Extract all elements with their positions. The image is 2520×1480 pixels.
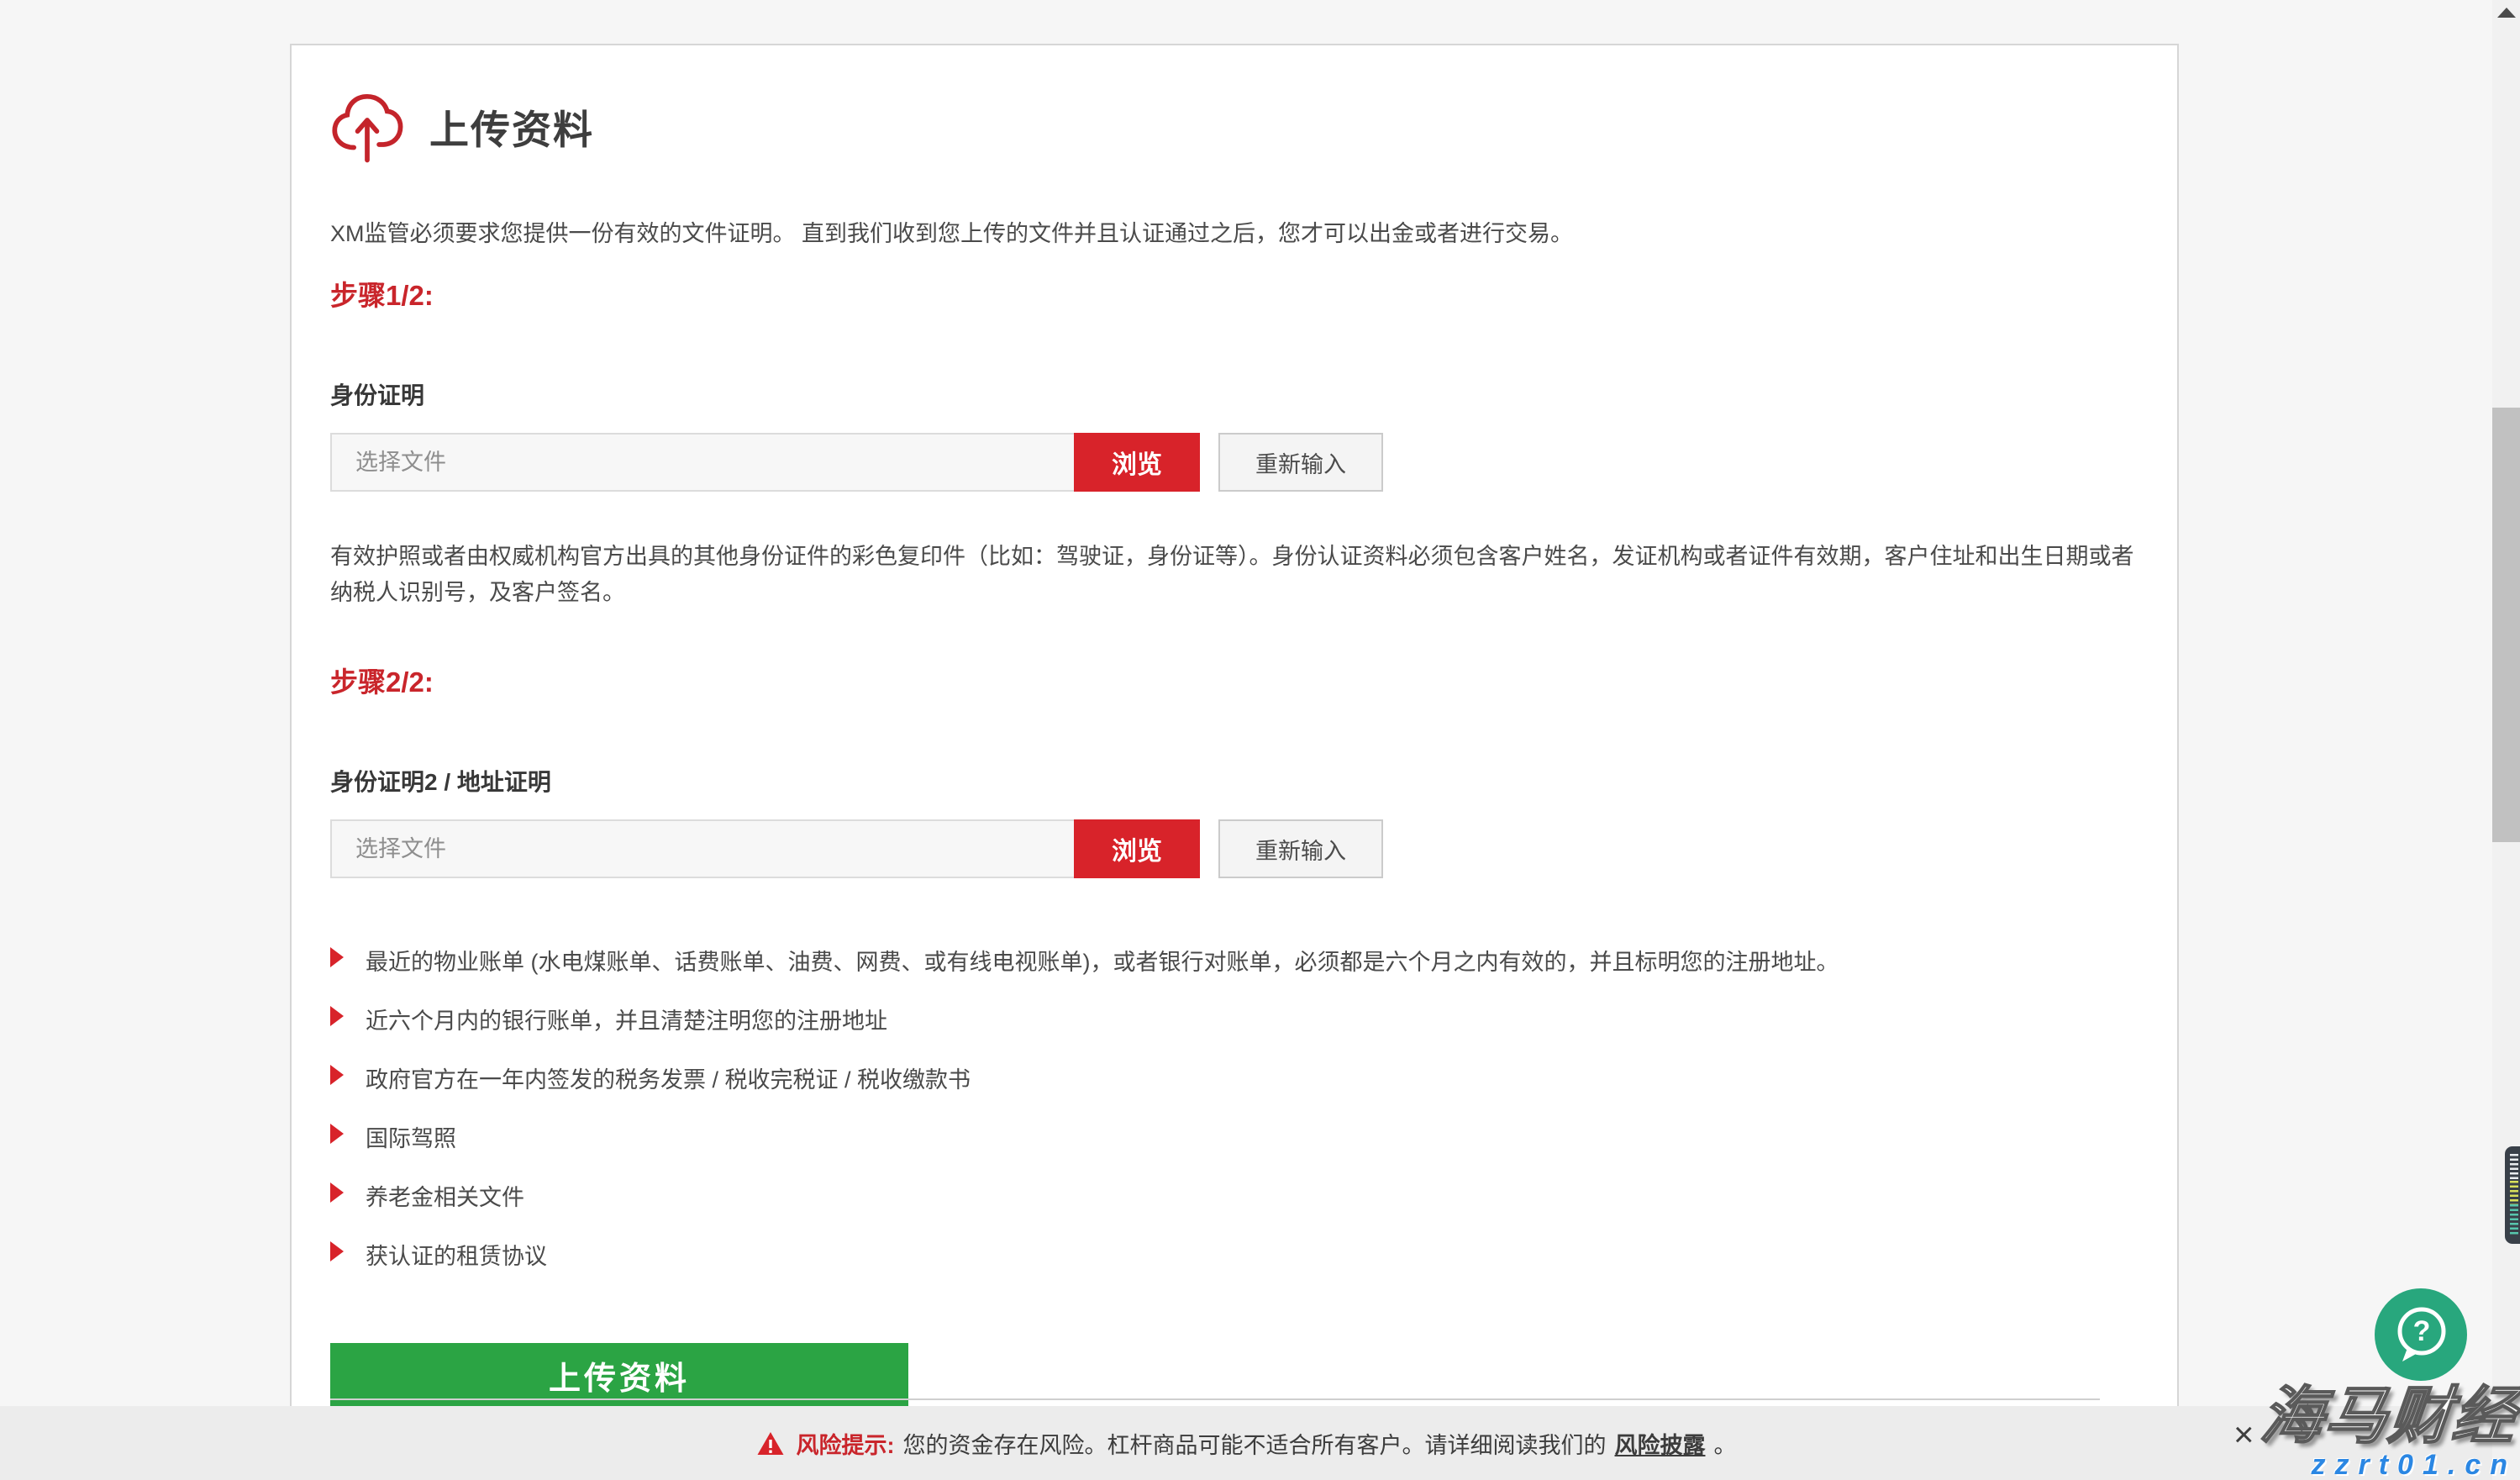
address-proof-label: 身份证明2 / 地址证明	[330, 764, 2139, 798]
list-item: 近六个月内的银行账单，并且清楚注明您的注册地址	[330, 1003, 2139, 1035]
list-item: 国际驾照	[330, 1120, 2139, 1153]
list-item: 政府官方在一年内签发的税务发票 / 税收完税证 / 税收缴款书	[330, 1061, 2139, 1094]
identity-proof-label: 身份证明	[330, 377, 2139, 411]
accepted-documents-list: 最近的物业账单 (水电煤账单、话费账单、油费、网费、或有线电视账单)，或者银行对…	[330, 944, 2139, 1271]
stripe-segment-white	[2510, 1154, 2518, 1181]
scrollbar-thumb[interactable]	[2492, 408, 2520, 842]
file-row-2: 浏览 重新输入	[330, 819, 2139, 878]
bullet-marker-icon	[330, 1124, 344, 1144]
browse-button-1[interactable]: 浏览	[1074, 433, 1200, 492]
help-chat-button[interactable]: ?	[2375, 1288, 2467, 1381]
stripe-segment-yellow	[2510, 1181, 2518, 1204]
step-1-heading: 步骤1/2:	[330, 273, 2139, 313]
list-item-text: 养老金相关文件	[366, 1179, 524, 1212]
risk-disclosure-link[interactable]: 风险披露	[1615, 1427, 1706, 1460]
bullet-marker-icon	[330, 1065, 344, 1085]
file-input-1[interactable]	[330, 433, 1200, 492]
svg-text:?: ?	[2413, 1315, 2431, 1347]
bullet-marker-icon	[330, 1182, 344, 1203]
upload-card: 上传资料 XM监管必须要求您提供一份有效的文件证明。 直到我们收到您上传的文件并…	[290, 44, 2179, 1407]
scrollbar-track[interactable]	[2492, 0, 2520, 1480]
risk-warning-text: 您的资金存在风险。杠杆商品可能不适合所有客户。请详细阅读我们的	[903, 1427, 1607, 1460]
list-item-text: 政府官方在一年内签发的税务发票 / 税收完税证 / 税收缴款书	[366, 1061, 971, 1094]
reset-button-2[interactable]: 重新输入	[1218, 819, 1383, 878]
cloud-upload-icon	[330, 89, 404, 163]
list-item: 养老金相关文件	[330, 1179, 2139, 1212]
footer-divider	[330, 1398, 2100, 1400]
list-item-text: 近六个月内的银行账单，并且清楚注明您的注册地址	[366, 1003, 887, 1035]
scroll-up-icon[interactable]	[2497, 8, 2516, 18]
risk-warning-label: 风险提示:	[797, 1427, 895, 1460]
upload-submit-button[interactable]: 上传资料	[330, 1343, 908, 1407]
list-item-text: 最近的物业账单 (水电煤账单、话费账单、油费、网费、或有线电视账单)，或者银行对…	[366, 944, 1839, 977]
list-item-text: 国际驾照	[366, 1120, 456, 1153]
file-box-2: 浏览	[330, 819, 1200, 878]
intro-text: XM监管必须要求您提供一份有效的文件证明。 直到我们收到您上传的文件并且认证通过…	[330, 215, 2139, 248]
reset-button-1[interactable]: 重新输入	[1218, 433, 1383, 492]
help-chat-icon: ?	[2375, 1288, 2467, 1381]
side-stripe-widget[interactable]	[2505, 1146, 2520, 1244]
file-box-1: 浏览	[330, 433, 1200, 492]
warning-icon	[756, 1430, 785, 1456]
identity-proof-description: 有效护照或者由权威机构官方出具的其他身份证件的彩色复印件（比如：驾驶证，身份证等…	[330, 539, 2139, 611]
bullet-marker-icon	[330, 1241, 344, 1261]
list-item: 最近的物业账单 (水电煤账单、话费账单、油费、网费、或有线电视账单)，或者银行对…	[330, 944, 2139, 977]
stripe-segment-teal	[2510, 1204, 2518, 1236]
title-row: 上传资料	[330, 89, 2139, 163]
step-2-heading: 步骤2/2:	[330, 660, 2139, 700]
page-title: 上传资料	[429, 97, 594, 155]
close-icon[interactable]: ×	[2233, 1417, 2254, 1452]
risk-warning-suffix: 。	[1714, 1427, 1737, 1460]
bullet-marker-icon	[330, 1006, 344, 1026]
file-input-2[interactable]	[330, 819, 1200, 878]
file-row-1: 浏览 重新输入	[330, 433, 2139, 492]
bullet-marker-icon	[330, 947, 344, 967]
list-item: 获认证的租赁协议	[330, 1238, 2139, 1271]
risk-warning-bar: 风险提示: 您的资金存在风险。杠杆商品可能不适合所有客户。请详细阅读我们的风险披…	[0, 1406, 2492, 1480]
list-item-text: 获认证的租赁协议	[366, 1238, 547, 1271]
browse-button-2[interactable]: 浏览	[1074, 819, 1200, 878]
upload-documents-page: 上传资料 XM监管必须要求您提供一份有效的文件证明。 直到我们收到您上传的文件并…	[0, 0, 2520, 1480]
